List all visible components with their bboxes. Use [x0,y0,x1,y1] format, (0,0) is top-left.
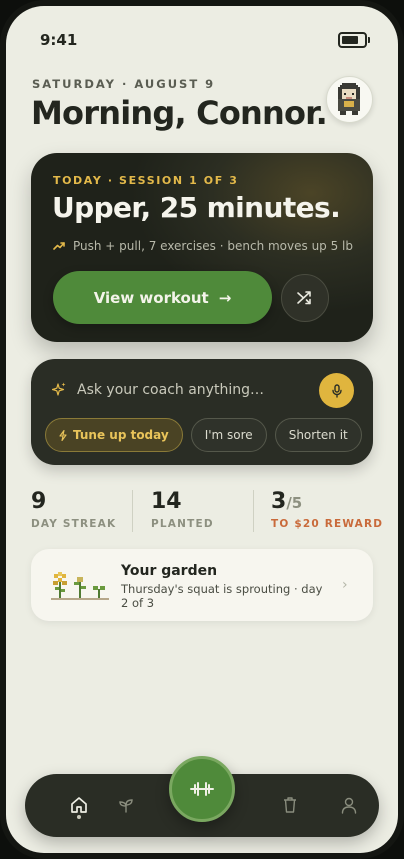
session-meta-text: Push + pull, 7 exercises · bench moves u… [73,239,354,253]
view-workout-button[interactable]: View workout → [53,271,272,324]
stat-label: DAY STREAK [31,518,117,530]
battery-tip [368,37,370,43]
active-tab-indicator [77,815,81,819]
mic-button[interactable] [319,373,354,408]
garden-plants-icon [51,572,109,600]
stat-streak: 9 DAY STREAK [31,489,116,530]
phone-frame: 9:41 SATURDAY · AUGUST 9 Morning, Connor… [0,0,404,859]
garden-title: Your garden [121,563,218,579]
garden-subtitle: Thursday's squat is sprouting · day 2 of… [121,582,323,610]
greeting-title: Morning, Connor. [31,94,328,132]
start-workout-fab[interactable] [169,756,235,822]
coach-chips: Tune up today I'm sore Shorten it N [45,418,365,453]
stat-label: PLANTED [151,518,214,530]
session-card: TODAY · SESSION 1 OF 3 Upper, 25 minutes… [31,153,373,342]
avatar[interactable] [326,76,373,123]
stat-label: TO $20 REWARD [271,518,384,530]
trash-icon [284,797,296,813]
chip-shorten[interactable]: Shorten it [274,418,362,452]
trend-up-icon [53,242,65,250]
pixel-character-icon [338,83,360,115]
session-title: Upper, 25 minutes. [52,191,341,224]
stat-planted: 14 PLANTED [151,489,214,530]
session-meta: Push + pull, 7 exercises · bench moves u… [53,239,353,253]
chip-label: Shorten it [288,428,348,442]
sparkle-icon [52,382,66,396]
dumbbell-icon [190,782,214,796]
coach-input[interactable]: Ask your coach anything… [77,382,264,398]
tab-garden[interactable] [113,792,139,818]
coach-card: Ask your coach anything… Tune up today I… [31,359,373,465]
battery-icon [338,32,367,48]
stat-value: 14 [151,489,182,514]
stat-value-sub: /5 [286,494,303,512]
session-eyebrow: TODAY · SESSION 1 OF 3 [53,174,239,187]
garden-card[interactable]: Your garden Thursday's squat is sproutin… [31,549,373,621]
home-icon [71,797,87,813]
mic-icon [331,383,342,398]
chevron-right-icon: › [342,577,348,593]
status-time: 9:41 [40,31,78,49]
view-workout-label: View workout [93,288,209,307]
stat-reward: 3/5 TO $20 REWARD [271,489,383,530]
stat-value: 9 [31,489,47,514]
stat-divider [253,490,254,532]
profile-icon [341,797,357,814]
sprout-icon [119,799,133,813]
tab-trash[interactable] [277,792,303,818]
shuffle-button[interactable] [281,274,329,322]
lightning-icon [59,429,67,441]
chip-sore[interactable]: I'm sore [190,418,267,452]
stat-divider [132,490,133,532]
app-screen: 9:41 SATURDAY · AUGUST 9 Morning, Connor… [6,6,398,853]
date-label: SATURDAY · AUGUST 9 [32,77,216,91]
tab-profile[interactable] [336,792,362,818]
shuffle-icon [297,291,311,305]
chip-label: I'm sore [204,428,253,442]
stat-value-group: 3/5 [271,489,383,514]
arrow-right-icon: → [218,288,232,307]
stat-value: 3 [271,489,287,514]
chip-label: Tune up today [73,428,169,442]
chip-tune-up[interactable]: Tune up today [45,418,183,452]
